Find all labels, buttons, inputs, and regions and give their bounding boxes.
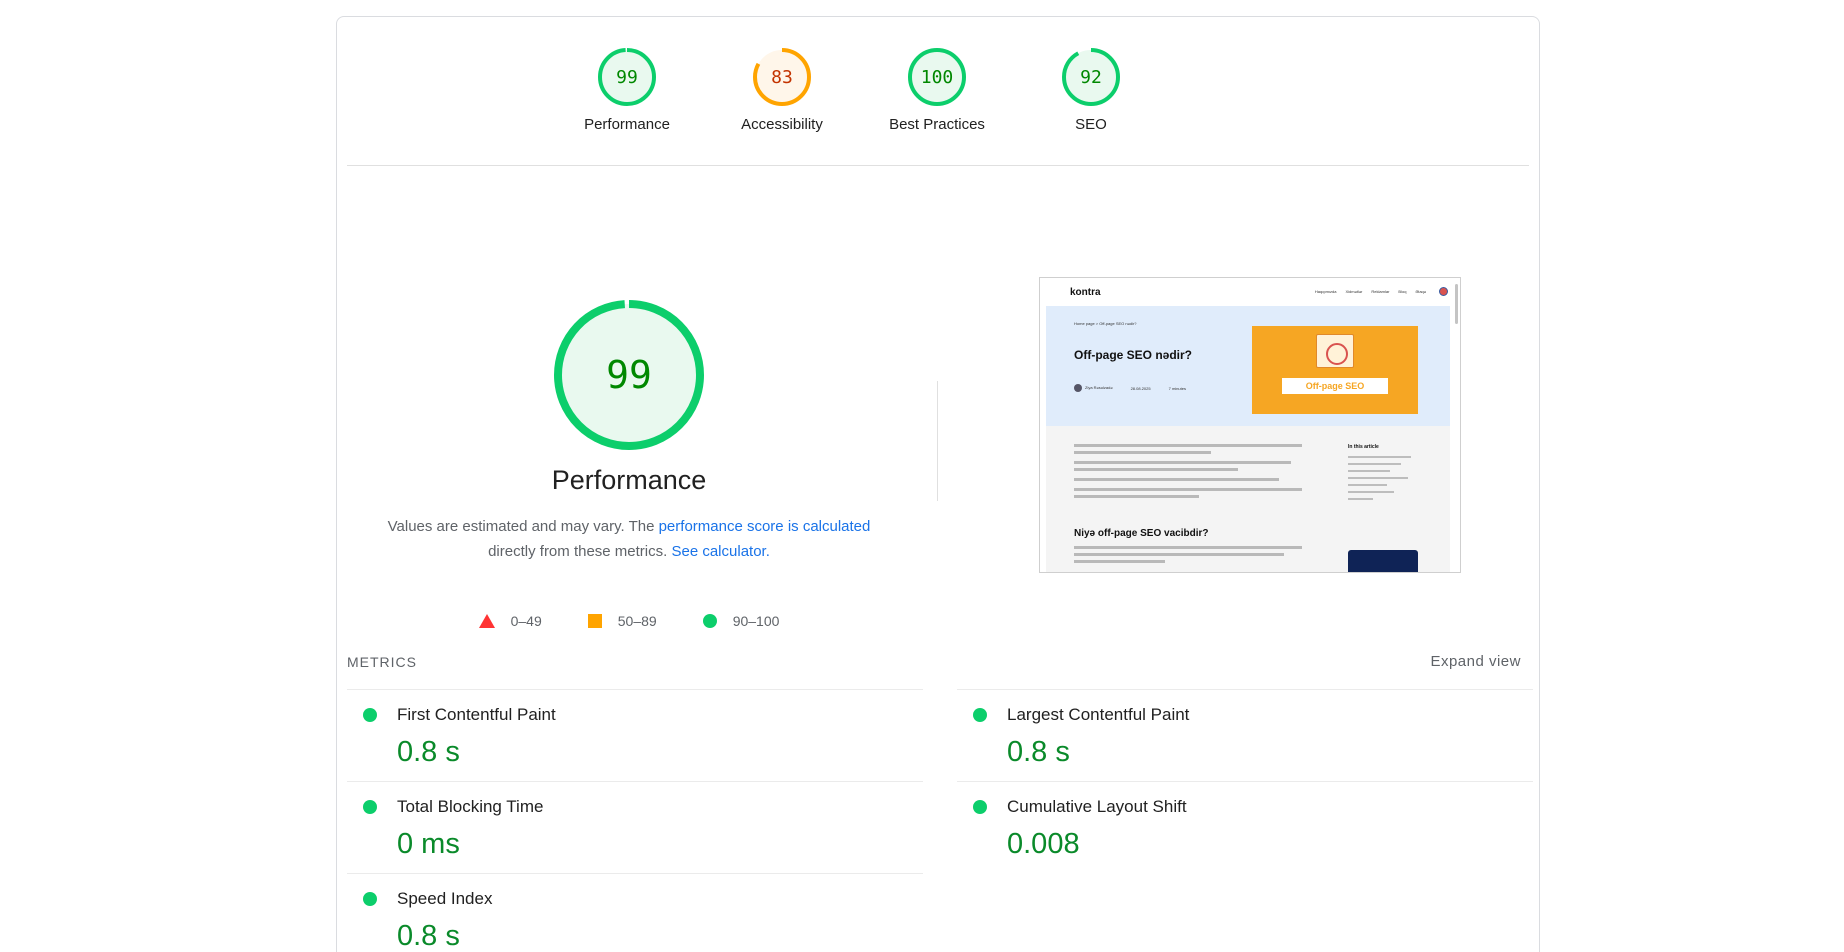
- desc-text: Values are estimated and may vary. The: [387, 518, 659, 535]
- metric-value: 0.008: [1007, 828, 1080, 860]
- metric-cumulative-layout-shift: Cumulative Layout Shift 0.008: [957, 781, 1533, 873]
- thumb-title: Off-page SEO nədir?: [1074, 348, 1193, 362]
- legend-pass: 90–100: [702, 613, 780, 629]
- legend-label: 90–100: [732, 613, 780, 629]
- legend-label: 50–89: [617, 613, 657, 629]
- score-legend: 0–49 50–89 90–100: [337, 613, 921, 629]
- gauge-score: 100: [921, 67, 954, 88]
- legend-label: 0–49: [510, 613, 542, 629]
- thumb-banner: Off-page SEO: [1252, 326, 1418, 414]
- thumb-text-lines: [1074, 444, 1302, 502]
- metric-name: Total Blocking Time: [397, 797, 544, 816]
- gauge-performance-ring: 99: [598, 48, 656, 106]
- thumb-nav-item: Bloq: [1398, 289, 1407, 294]
- pass-circle-icon: [973, 708, 987, 722]
- gauge-accessibility[interactable]: 83 Accessibility: [717, 46, 847, 133]
- gauge-seo[interactable]: 92 SEO: [1026, 46, 1156, 133]
- metric-first-contentful-paint: First Contentful Paint 0.8 s: [347, 689, 923, 781]
- legend-fail: 0–49: [478, 613, 542, 629]
- thumb-nav-item: Reklamlar: [1371, 289, 1390, 294]
- thumb-author: Ziya Rəsulzadə: [1074, 384, 1113, 392]
- vertical-divider: [937, 381, 938, 501]
- triangle-icon: [478, 614, 495, 628]
- pass-circle-icon: [363, 800, 377, 814]
- metric-total-blocking-time: Total Blocking Time 0 ms: [347, 781, 923, 873]
- gauge-score: 99: [616, 67, 638, 88]
- category-gauges: 99 Performance 83 Accessibility 100 Best…: [337, 17, 1539, 165]
- thumb-nav-item: Əlaqə: [1415, 289, 1426, 294]
- thumb-nav-links: Haqqımızda Xidmətlər Reklamlar Bloq Əlaq…: [1315, 289, 1426, 294]
- metric-value: 0.8 s: [1007, 736, 1070, 768]
- thumb-toc-title: In this article: [1348, 444, 1379, 450]
- performance-gauge: 99: [554, 300, 704, 450]
- gauge-best-practices[interactable]: 100 Best Practices: [872, 46, 1002, 133]
- thumb-heading: Niyə off-page SEO vacibdir?: [1074, 528, 1209, 539]
- metric-name: Speed Index: [397, 889, 493, 908]
- legend-average: 50–89: [587, 613, 657, 629]
- metric-largest-contentful-paint: Largest Contentful Paint 0.8 s: [957, 689, 1533, 781]
- pass-circle-icon: [363, 892, 377, 906]
- gauge-label: Best Practices: [889, 116, 985, 133]
- thumb-share-card: [1348, 550, 1418, 572]
- square-icon: [587, 614, 602, 628]
- performance-description: Values are estimated and may vary. The p…: [369, 514, 889, 564]
- metric-value: 0.8 s: [397, 920, 460, 952]
- metric-name: Largest Contentful Paint: [1007, 705, 1190, 724]
- thumb-nav-item: Xidmətlər: [1345, 289, 1363, 294]
- final-screenshot[interactable]: kontra Haqqımızda Xidmətlər Reklamlar Bl…: [1039, 277, 1461, 573]
- gauge-label: Accessibility: [741, 116, 823, 133]
- thumb-author-row: Ziya Rəsulzadə 28.08.2025 7 minutes: [1074, 384, 1186, 392]
- see-calculator-link[interactable]: See calculator.: [671, 543, 769, 560]
- thumb-read-time: 7 minutes: [1168, 385, 1186, 391]
- gauge-label: SEO: [1075, 116, 1107, 133]
- gauge-seo-ring: 92: [1062, 48, 1120, 106]
- metrics-header: METRICS Expand view: [347, 647, 1531, 687]
- metric-speed-index: Speed Index 0.8 s: [347, 873, 923, 952]
- gauge-label: Performance: [584, 116, 670, 133]
- metrics-title: METRICS: [347, 654, 417, 670]
- seo-banner-icon: [1316, 334, 1354, 368]
- thumb-author-name: Ziya Rəsulzadə: [1085, 385, 1113, 391]
- desc-text: directly from these metrics.: [488, 543, 672, 560]
- gauge-best-practices-ring: 100: [908, 48, 966, 106]
- performance-title: Performance: [551, 465, 707, 495]
- globe-icon: [1439, 287, 1448, 296]
- metric-name: Cumulative Layout Shift: [1007, 797, 1187, 816]
- thumb-logo: kontra: [1070, 287, 1101, 298]
- expand-view-button[interactable]: Expand view: [1430, 653, 1521, 670]
- thumb-text-lines: [1074, 546, 1302, 567]
- thumb-scrollbar: [1455, 284, 1458, 324]
- gauge-performance[interactable]: 99 Performance: [562, 46, 692, 133]
- metric-value: 0 ms: [397, 828, 460, 860]
- gauge-accessibility-ring: 83: [753, 48, 811, 106]
- metric-value: 0.8 s: [397, 736, 460, 768]
- avatar: [1074, 384, 1082, 392]
- gauge-score: 83: [771, 67, 793, 88]
- performance-summary: 99 Performance Values are estimated and …: [337, 297, 921, 564]
- pass-circle-icon: [363, 708, 377, 722]
- circle-icon: [702, 614, 717, 628]
- thumb-banner-label: Off-page SEO: [1282, 378, 1388, 394]
- performance-score-link[interactable]: performance score is calculated: [659, 518, 871, 535]
- pass-circle-icon: [973, 800, 987, 814]
- thumb-date: 28.08.2025: [1130, 385, 1151, 391]
- gauge-score: 92: [1080, 67, 1102, 88]
- thumb-toc: In this article: [1348, 444, 1418, 505]
- metric-name: First Contentful Paint: [397, 705, 556, 724]
- gauges-divider: [347, 165, 1529, 166]
- thumb-breadcrumb: Home page > Off-page SEO nədir?: [1074, 321, 1137, 326]
- lighthouse-report-card: 99 Performance 83 Accessibility 100 Best…: [336, 16, 1540, 952]
- thumb-nav-item: Haqqımızda: [1314, 289, 1337, 294]
- performance-score: 99: [606, 353, 652, 397]
- thumb-nav: kontra Haqqımızda Xidmətlər Reklamlar Bl…: [1040, 278, 1460, 306]
